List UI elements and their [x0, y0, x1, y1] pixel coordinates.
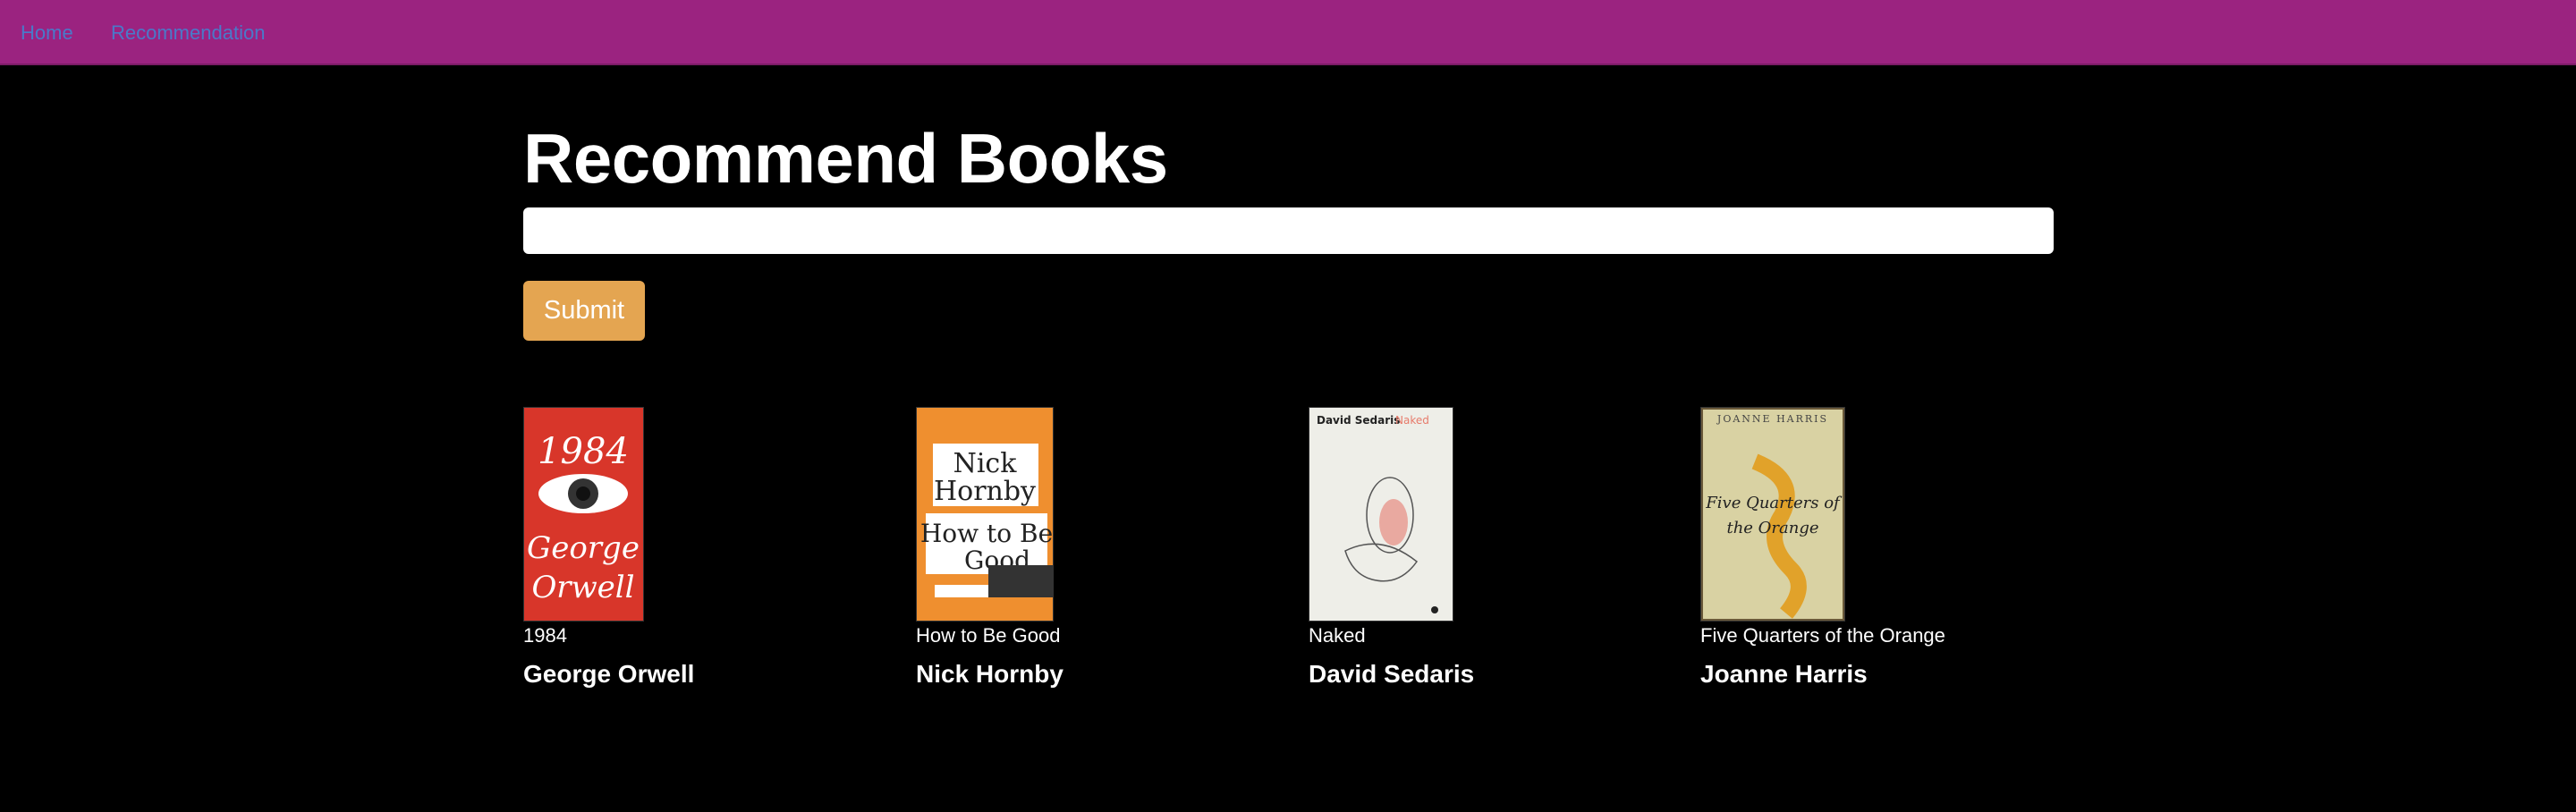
cover-text: Orwell [531, 570, 634, 605]
book-author: David Sedaris [1309, 660, 1475, 688]
book-card[interactable]: David Sedaris Naked Naked David Sedaris [1309, 407, 1474, 688]
cover-text: How to Be [920, 519, 1053, 548]
book-cover-image[interactable]: 1984 George Orwell [523, 407, 644, 622]
cover-text: 1984 [538, 431, 629, 472]
search-input[interactable] [523, 207, 2054, 254]
book-card[interactable]: 1984 George Orwell 1984 George Orwell [523, 407, 694, 688]
cover-text: the Orange [1726, 519, 1818, 537]
book-author: Nick Hornby [916, 660, 1063, 688]
cover-text: David Sedaris [1317, 414, 1400, 427]
navbar: Home Recommendation [0, 0, 2576, 65]
book-cover-image[interactable]: Nick Hornby How to Be Good [916, 407, 1054, 622]
book-card[interactable]: Nick Hornby How to Be Good How to Be Goo… [916, 407, 1063, 688]
book-cover-image[interactable]: David Sedaris Naked [1309, 407, 1453, 622]
page-title: Recommend Books [523, 119, 1168, 198]
submit-button[interactable]: Submit [523, 281, 645, 341]
cover-text: George [527, 530, 640, 566]
cover-text: Hornby [934, 476, 1036, 507]
book-card[interactable]: JOANNE HARRIS Five Quarters of the Orang… [1700, 407, 1945, 688]
book-title: How to Be Good [916, 624, 1061, 647]
book-cover-image[interactable]: JOANNE HARRIS Five Quarters of the Orang… [1700, 407, 1845, 622]
book-title: 1984 [523, 624, 567, 647]
cover-text: Nick [953, 448, 1018, 479]
cover-text: Naked [1395, 414, 1429, 427]
book-title: Five Quarters of the Orange [1700, 624, 1945, 647]
nav-link-recommendation[interactable]: Recommendation [111, 21, 265, 45]
nav-link-home[interactable]: Home [21, 21, 73, 45]
book-author: George Orwell [523, 660, 695, 688]
book-author: Joanne Harris [1700, 660, 1868, 688]
cover-text: JOANNE HARRIS [1716, 413, 1828, 425]
book-title: Naked [1309, 624, 1366, 647]
cover-text: Five Quarters of [1705, 494, 1843, 512]
